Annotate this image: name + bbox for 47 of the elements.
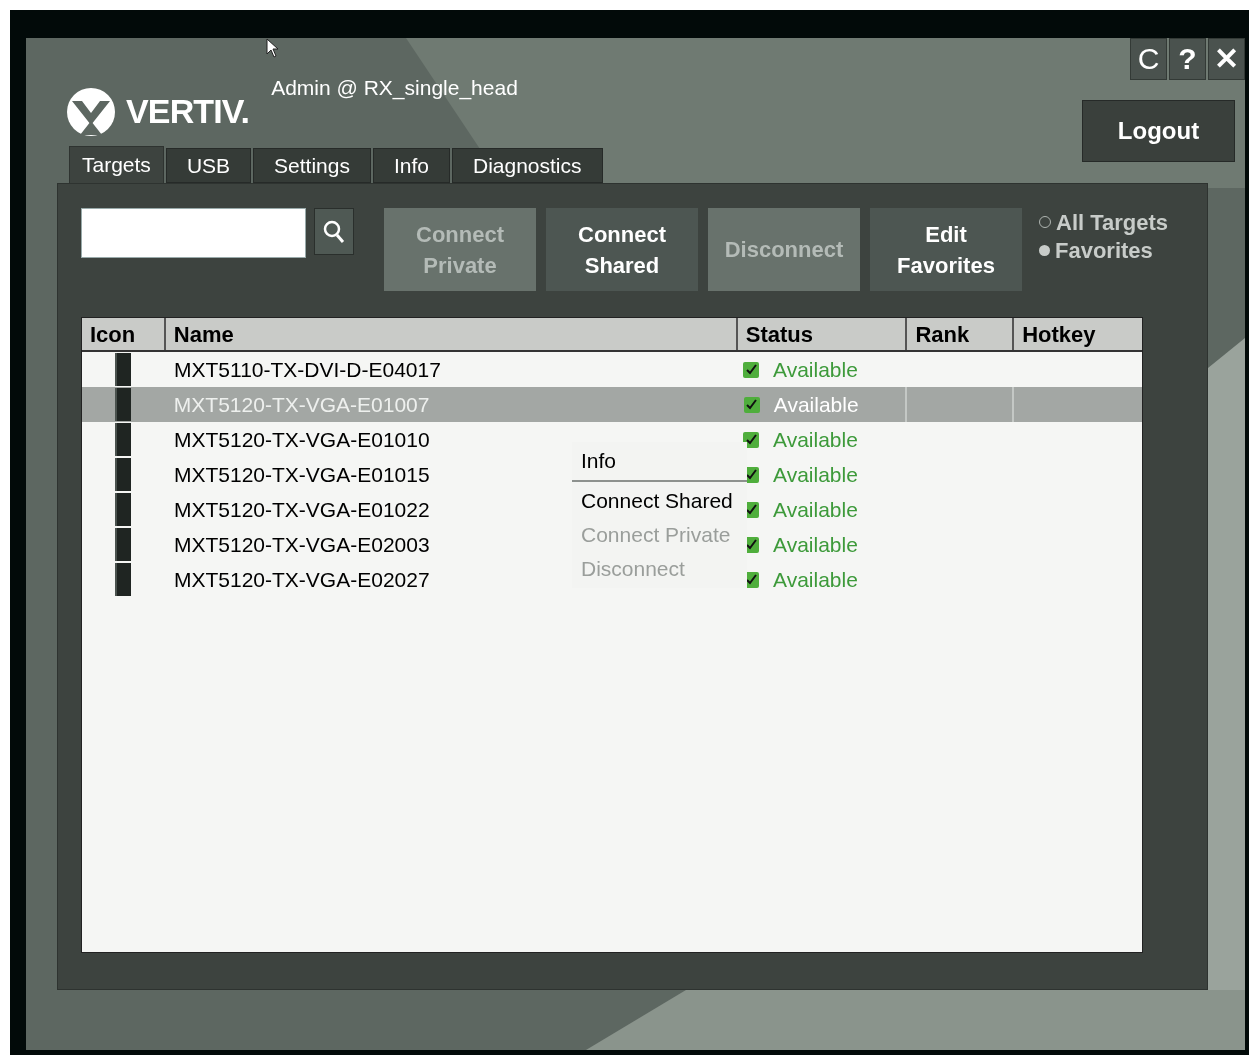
tab[interactable]: Info bbox=[372, 148, 450, 183]
status-label: Available bbox=[773, 496, 858, 523]
status-label: Available bbox=[773, 566, 858, 593]
column-header[interactable]: Icon bbox=[82, 318, 164, 350]
toolbar-button[interactable]: Connect Shared bbox=[546, 208, 698, 291]
menu-item[interactable]: Connect Shared bbox=[572, 484, 747, 518]
table-cell[interactable]: MXT5110-TX-DVI-D-E04017 bbox=[164, 352, 451, 387]
table-cell[interactable]: MXT5120-TX-VGA-E02027 bbox=[164, 562, 440, 597]
table-cell[interactable]: MXT5120-TX-VGA-E01015 bbox=[164, 457, 440, 492]
radio-button[interactable] bbox=[1039, 244, 1050, 256]
device-icon bbox=[115, 563, 131, 596]
device-icon bbox=[115, 458, 131, 491]
device-icon bbox=[115, 528, 131, 561]
tab[interactable]: Diagnostics bbox=[452, 148, 603, 183]
search-button[interactable] bbox=[314, 208, 354, 255]
vertiv-logo: VERTIV. bbox=[66, 86, 250, 137]
status-label: Available bbox=[773, 426, 858, 453]
status-label: Available bbox=[773, 531, 858, 558]
cursor-icon bbox=[266, 38, 280, 58]
column-header[interactable]: Rank bbox=[905, 318, 1013, 350]
help-button[interactable]: ? bbox=[1169, 38, 1206, 80]
logout-button[interactable]: Logout bbox=[1082, 100, 1235, 162]
menu-item[interactable]: Info bbox=[572, 444, 747, 478]
search-icon bbox=[322, 218, 346, 245]
user-label: Admin @ RX_single_head bbox=[271, 75, 518, 102]
status-label: Available bbox=[773, 461, 858, 488]
column-header[interactable]: Status bbox=[735, 318, 906, 350]
device-icon bbox=[115, 423, 131, 456]
refresh-button[interactable]: C bbox=[1130, 38, 1167, 80]
tab[interactable]: Settings bbox=[253, 148, 371, 183]
logo-icon bbox=[66, 86, 116, 137]
radio-label[interactable]: All Targets bbox=[1056, 205, 1169, 239]
table-cell[interactable]: MXT5120-TX-VGA-E02003 bbox=[164, 527, 440, 562]
status-label: Available bbox=[773, 391, 859, 418]
table-cell[interactable]: MXT5120-TX-VGA-E01010 bbox=[164, 422, 440, 457]
column-header[interactable]: Name bbox=[163, 318, 736, 350]
table-cell[interactable]: MXT5120-TX-VGA-E01022 bbox=[164, 492, 440, 527]
device-icon bbox=[115, 493, 131, 526]
close-button[interactable]: ✕ bbox=[1208, 38, 1245, 80]
tab[interactable]: USB bbox=[165, 148, 252, 183]
search-field[interactable] bbox=[81, 208, 306, 258]
toolbar-button[interactable]: Edit Favorites bbox=[870, 208, 1022, 291]
device-icon bbox=[115, 353, 131, 386]
status-label: Available bbox=[773, 356, 858, 383]
column-header[interactable]: Hotkey bbox=[1012, 318, 1142, 350]
device-icon bbox=[114, 388, 131, 421]
tab[interactable]: Targets bbox=[69, 146, 164, 183]
